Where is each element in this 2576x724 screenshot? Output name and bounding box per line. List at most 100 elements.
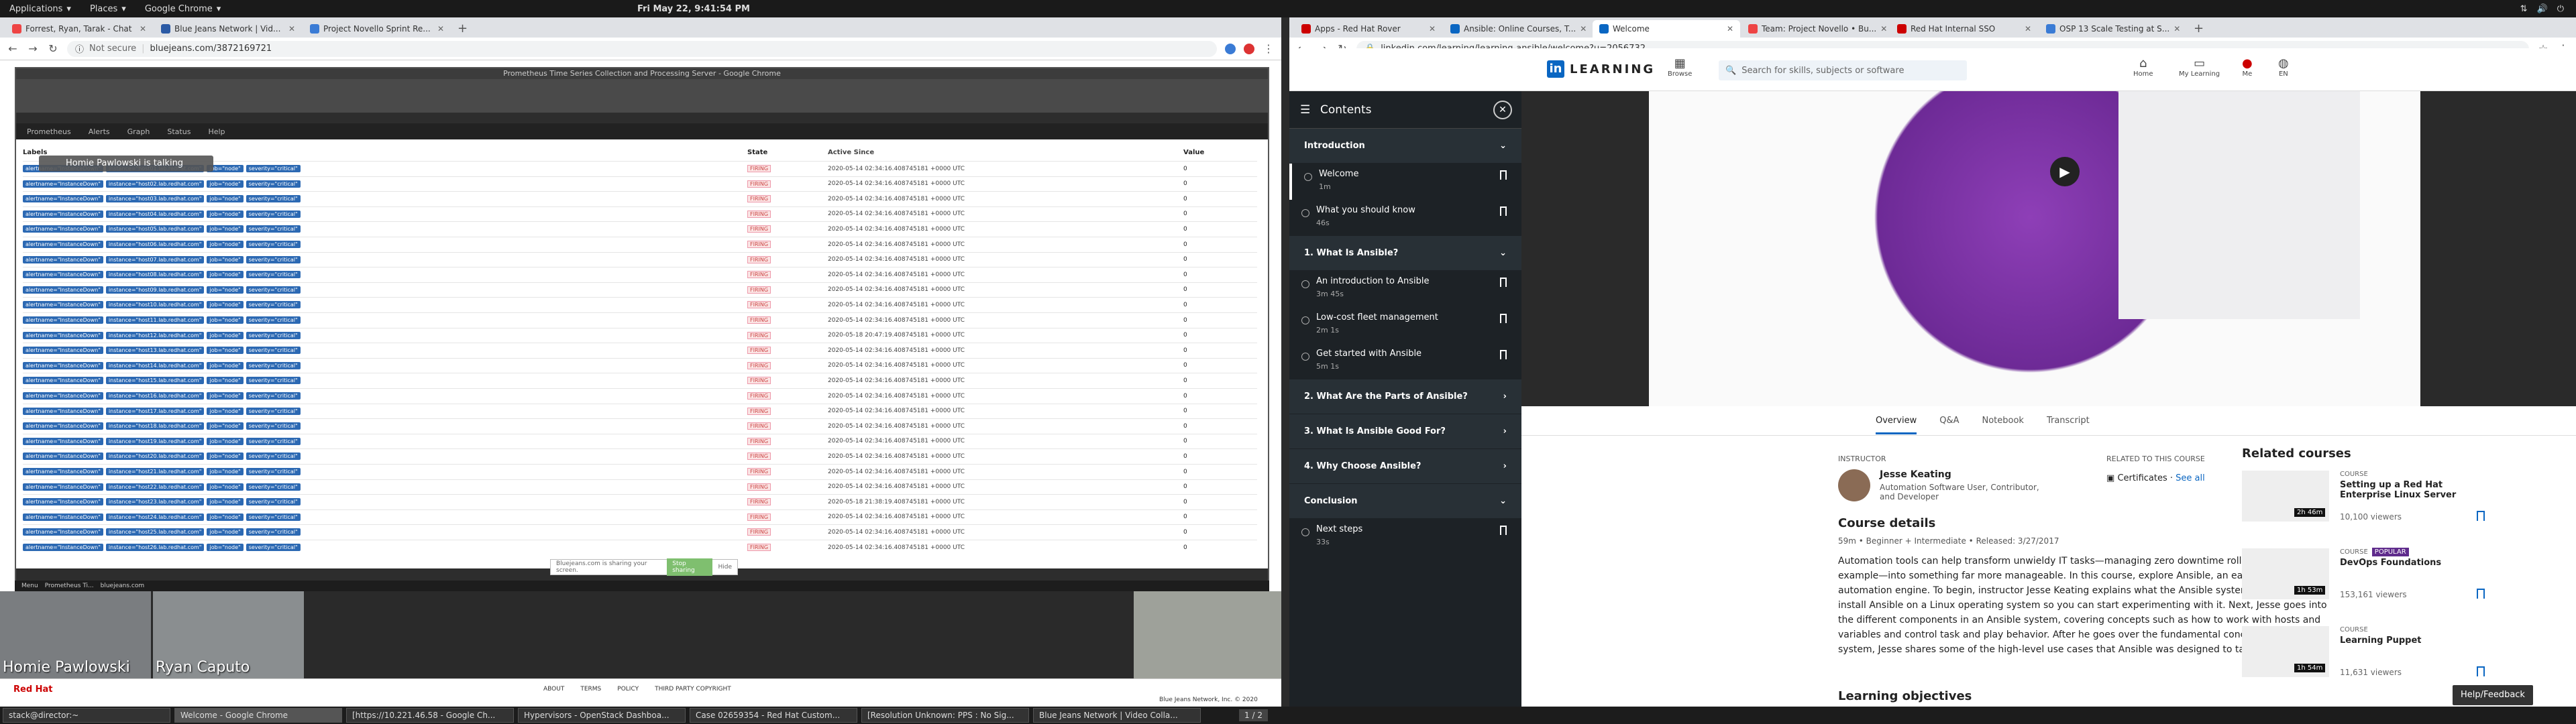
extension-icon[interactable]	[1244, 43, 1254, 54]
footer-link[interactable]: ABOUT	[543, 686, 564, 692]
tab[interactable]: Team: Project Novello • Bu... ✕	[1741, 20, 1889, 38]
tab[interactable]: Welcome ✕	[1593, 20, 1740, 38]
active-app-menu[interactable]: Google Chrome ▾	[136, 4, 231, 14]
label-chip: severity="critical"	[246, 301, 301, 309]
course-title[interactable]: DevOps Foundations	[2340, 558, 2487, 568]
bookmark-icon[interactable]	[2477, 666, 2485, 676]
back-icon[interactable]: ←	[7, 42, 19, 55]
bookmark-icon[interactable]	[1500, 314, 1507, 323]
toc-item[interactable]: Welcome 1m	[1289, 164, 1521, 200]
workspace-pager[interactable]: 1 / 2	[1239, 709, 1268, 721]
tab[interactable]: Forrest, Ryan, Tarak - Chat ✕	[5, 20, 153, 38]
help-feedback-button[interactable]: Help/Feedback	[2453, 685, 2533, 705]
footer-link[interactable]: POLICY	[617, 686, 639, 692]
course-title[interactable]: Setting up a Red Hat Enterprise Linux Se…	[2340, 480, 2487, 500]
prom-nav-item[interactable]: Alerts	[89, 127, 110, 136]
extension-icon[interactable]	[1225, 43, 1236, 54]
taskbar-item[interactable]: Welcome - Google Chrome	[174, 708, 342, 723]
bookmark-icon[interactable]	[1500, 170, 1507, 180]
toc-item[interactable]: What you should know 46s	[1289, 200, 1521, 236]
participant-video[interactable]: Ryan Caputo	[153, 591, 304, 678]
toc-item[interactable]: An introduction to Ansible 3m 45s	[1289, 271, 1521, 307]
participant-video[interactable]: Homie Pawlowski	[0, 591, 151, 678]
clock[interactable]: Fri May 22, 9:41:54 PM	[637, 4, 750, 14]
instructor-name[interactable]: Jesse Keating	[1880, 469, 1951, 480]
browse-menu[interactable]: ▦ Browse	[1668, 56, 1692, 78]
close-tab-icon[interactable]: ✕	[1429, 24, 1436, 34]
applications-menu[interactable]: Applications ▾	[0, 4, 80, 14]
nav-me[interactable]: ● Me	[2242, 56, 2253, 78]
close-tab-icon[interactable]: ✕	[140, 24, 146, 34]
tab-transcript[interactable]: Transcript	[2047, 416, 2090, 426]
prom-nav-item[interactable]: Help	[208, 127, 225, 136]
label-chip: alertname="InstanceDown"	[23, 301, 103, 309]
taskbar-item[interactable]: [https://10.221.46.58 - Google Ch...	[346, 708, 514, 723]
bookmark-icon[interactable]	[1500, 206, 1507, 216]
stop-sharing-button[interactable]: Stop sharing	[667, 558, 713, 576]
prom-nav-item[interactable]: Graph	[127, 127, 150, 136]
course-title[interactable]: Learning Puppet	[2340, 636, 2487, 646]
taskbar-item[interactable]: Blue Jeans Network | Video Colla...	[1033, 708, 1201, 723]
video-player[interactable]: ▶	[1521, 91, 2576, 406]
nav-home[interactable]: ⌂ Home	[2133, 56, 2153, 78]
toc-section[interactable]: 4. Why Choose Ansible? ›	[1289, 449, 1521, 484]
close-icon[interactable]: ✕	[1493, 101, 1512, 119]
system-tray[interactable]: ⇅ 🔊 ⏻	[2520, 4, 2564, 14]
toc-section[interactable]: Introduction ⌄	[1289, 129, 1521, 164]
taskbar-item[interactable]: [Resolution Unknown: PPS : No Sig...	[861, 708, 1029, 723]
address-bar[interactable]: ⓘ Not secure | bluejeans.com/3872169721	[67, 40, 1217, 57]
toc-item[interactable]: Next steps 33s	[1289, 519, 1521, 555]
toc-section[interactable]: Conclusion ⌄	[1289, 484, 1521, 519]
taskbar-item[interactable]: Hypervisors - OpenStack Dashboa...	[518, 708, 686, 723]
prom-nav-item[interactable]: Prometheus	[27, 127, 71, 136]
chevron-down-icon: ⌄	[1499, 141, 1507, 151]
toc-item[interactable]: Get started with Ansible 5m 1s	[1289, 343, 1521, 379]
forward-icon[interactable]: →	[27, 42, 39, 55]
toc-item[interactable]: Low-cost fleet management 2m 1s	[1289, 307, 1521, 343]
taskbar-item[interactable]: Case 02659354 - Red Hat Custom...	[690, 708, 857, 723]
close-tab-icon[interactable]: ✕	[2174, 24, 2180, 34]
close-tab-icon[interactable]: ✕	[288, 24, 295, 34]
toc-section[interactable]: 3. What Is Ansible Good For? ›	[1289, 414, 1521, 449]
reload-icon[interactable]: ↻	[47, 42, 59, 55]
tab-qa[interactable]: Q&A	[1939, 416, 1959, 426]
bookmark-icon[interactable]	[2477, 511, 2485, 521]
tab[interactable]: Project Novello Sprint Re... ✕	[303, 20, 451, 38]
toc-section[interactable]: 2. What Are the Parts of Ansible? ›	[1289, 379, 1521, 414]
prom-nav-item[interactable]: Status	[167, 127, 191, 136]
self-video[interactable]	[1134, 591, 1281, 678]
tab[interactable]: OSP 13 Scale Testing at S... ✕	[2039, 20, 2187, 38]
related-course-card[interactable]: 1h 53m COURSE POPULAR DevOps Foundations 153…	[2242, 548, 2497, 618]
tab[interactable]: Red Hat Internal SSO ✕	[1890, 20, 2038, 38]
bookmark-icon[interactable]	[1500, 350, 1507, 359]
places-menu[interactable]: Places ▾	[80, 4, 136, 14]
linkedin-learning-logo[interactable]: in LEARNING	[1547, 60, 1655, 78]
play-icon[interactable]: ▶	[2050, 157, 2080, 186]
new-tab-icon[interactable]: +	[2188, 21, 2209, 38]
toc-section[interactable]: 1. What Is Ansible? ⌄	[1289, 236, 1521, 271]
see-all-link[interactable]: See all	[2176, 473, 2205, 483]
related-course-card[interactable]: 2h 46m COURSE Setting up a Red Hat Enterpr…	[2242, 471, 2497, 540]
close-tab-icon[interactable]: ✕	[1880, 24, 1887, 34]
tab[interactable]: Ansible: Online Courses, T... ✕	[1444, 20, 1591, 38]
hide-button[interactable]: Hide	[718, 564, 732, 570]
nav-language[interactable]: ◍ EN	[2278, 56, 2289, 78]
bookmark-icon[interactable]	[1500, 278, 1507, 287]
menu-icon[interactable]: ⋮	[1263, 42, 1275, 55]
taskbar-item[interactable]: stack@director:~	[3, 708, 170, 723]
search-input[interactable]: 🔍 Search for skills, subjects or software	[1719, 60, 1967, 80]
tab[interactable]: Blue Jeans Network | Vid... ✕	[154, 20, 302, 38]
bookmark-icon[interactable]	[1500, 526, 1507, 535]
close-tab-icon[interactable]: ✕	[437, 24, 444, 34]
tab-notebook[interactable]: Notebook	[1982, 416, 2023, 426]
tab[interactable]: Apps - Red Hat Rover ✕	[1295, 20, 1442, 38]
new-tab-icon[interactable]: +	[452, 21, 473, 38]
tab-overview[interactable]: Overview	[1876, 408, 1917, 434]
nav-my-learning[interactable]: ▭ My Learning	[2179, 56, 2220, 78]
close-tab-icon[interactable]: ✕	[1727, 24, 1733, 34]
bookmark-icon[interactable]	[2477, 589, 2485, 599]
footer-link[interactable]: THIRD PARTY COPYRIGHT	[655, 686, 731, 692]
footer-link[interactable]: TERMS	[580, 686, 601, 692]
close-tab-icon[interactable]: ✕	[2025, 24, 2031, 34]
close-tab-icon[interactable]: ✕	[1580, 24, 1587, 34]
